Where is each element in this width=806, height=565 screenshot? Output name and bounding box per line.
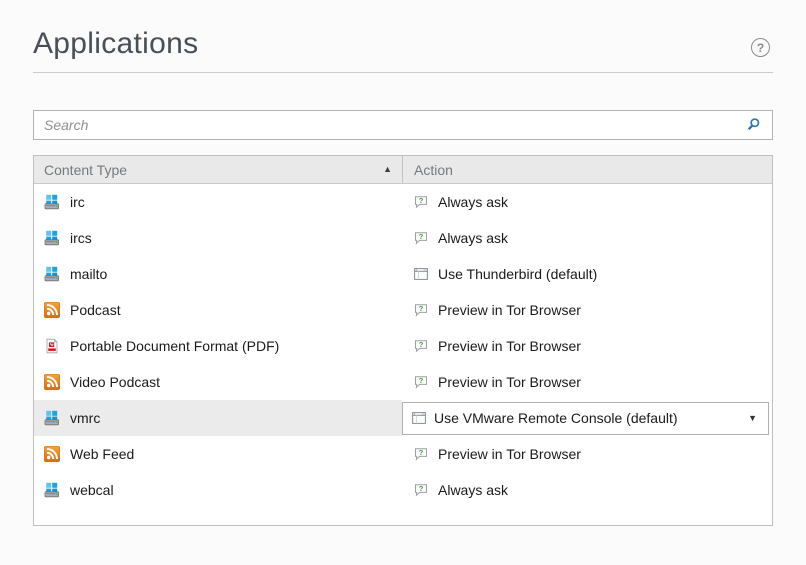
action-cell: ? Always ask bbox=[402, 220, 772, 256]
content-type-label: mailto bbox=[70, 266, 107, 282]
help-icon[interactable]: ? bbox=[751, 38, 770, 57]
svg-text:?: ? bbox=[419, 304, 424, 313]
ask-bubble-icon: ? bbox=[413, 194, 429, 210]
search-button[interactable] bbox=[736, 111, 772, 139]
app-window-icon bbox=[413, 266, 429, 282]
action-label: Always ask bbox=[438, 194, 508, 210]
help-glyph: ? bbox=[757, 41, 764, 55]
action-label: Use Thunderbird (default) bbox=[438, 266, 597, 282]
table-row[interactable]: vmrc Use VMware Remote Console (default)… bbox=[34, 400, 772, 436]
ask-bubble-icon: ? bbox=[413, 446, 429, 462]
column-header-content-type[interactable]: Content Type ▲ bbox=[34, 156, 402, 183]
table-row[interactable]: webcal ? Always ask bbox=[34, 472, 772, 508]
svg-text:?: ? bbox=[419, 448, 424, 457]
content-type-cell: webcal bbox=[34, 472, 402, 508]
content-type-label: vmrc bbox=[70, 410, 100, 426]
action-cell: Use Thunderbird (default) bbox=[402, 256, 772, 292]
ask-bubble-icon: ? bbox=[413, 374, 429, 390]
app-window-icon bbox=[411, 410, 427, 426]
application-icon bbox=[44, 230, 60, 246]
rss-icon bbox=[44, 446, 60, 462]
action-cell: ? Always ask bbox=[402, 472, 772, 508]
content-type-cell: Podcast bbox=[34, 292, 402, 328]
content-type-cell: Portable Document Format (PDF) bbox=[34, 328, 402, 364]
table-row[interactable]: mailto Use Thunderbird (default) bbox=[34, 256, 772, 292]
action-value: ? Preview in Tor Browser bbox=[413, 338, 581, 354]
table-row[interactable]: irc ? Always ask bbox=[34, 184, 772, 220]
content-type-cell: irc bbox=[34, 184, 402, 220]
action-label: Always ask bbox=[438, 230, 508, 246]
svg-text:?: ? bbox=[419, 196, 424, 205]
svg-text:?: ? bbox=[419, 484, 424, 493]
rss-icon bbox=[44, 374, 60, 390]
svg-text:?: ? bbox=[419, 376, 424, 385]
applications-table: Content Type ▲ Action irc ? bbox=[33, 155, 773, 526]
action-label: Use VMware Remote Console (default) bbox=[434, 410, 678, 426]
ask-bubble-icon: ? bbox=[413, 482, 429, 498]
svg-text:?: ? bbox=[419, 340, 424, 349]
table-header: Content Type ▲ Action bbox=[34, 156, 772, 184]
sort-ascending-icon: ▲ bbox=[383, 165, 392, 174]
content-type-cell: mailto bbox=[34, 256, 402, 292]
column-header-label: Action bbox=[414, 162, 453, 178]
action-label: Preview in Tor Browser bbox=[438, 302, 581, 318]
action-value: ? Preview in Tor Browser bbox=[413, 302, 581, 318]
ask-bubble-icon: ? bbox=[413, 338, 429, 354]
action-cell: ? Preview in Tor Browser bbox=[402, 328, 772, 364]
application-icon bbox=[44, 194, 60, 210]
action-label: Preview in Tor Browser bbox=[438, 374, 581, 390]
content-type-label: Video Podcast bbox=[70, 374, 160, 390]
ask-bubble-icon: ? bbox=[413, 230, 429, 246]
action-cell: ? Preview in Tor Browser bbox=[402, 292, 772, 328]
chevron-down-icon: ▼ bbox=[748, 414, 757, 423]
action-cell: Use VMware Remote Console (default) ▼ bbox=[402, 400, 772, 436]
pdf-icon bbox=[44, 338, 60, 354]
table-row[interactable]: Web Feed ? Preview in Tor Browser bbox=[34, 436, 772, 472]
content-type-label: webcal bbox=[70, 482, 114, 498]
rss-icon bbox=[44, 302, 60, 318]
action-label: Preview in Tor Browser bbox=[438, 338, 581, 354]
application-icon bbox=[44, 266, 60, 282]
table-row[interactable]: Portable Document Format (PDF) ? Preview… bbox=[34, 328, 772, 364]
page-title: Applications bbox=[33, 0, 773, 61]
action-label: Preview in Tor Browser bbox=[438, 446, 581, 462]
content-type-label: ircs bbox=[70, 230, 92, 246]
action-dropdown[interactable]: Use VMware Remote Console (default) ▼ bbox=[402, 402, 769, 435]
action-value: ? Always ask bbox=[413, 230, 508, 246]
action-cell: ? Preview in Tor Browser bbox=[402, 364, 772, 400]
ask-bubble-icon: ? bbox=[413, 302, 429, 318]
content-type-label: Podcast bbox=[70, 302, 121, 318]
content-type-cell: Web Feed bbox=[34, 436, 402, 472]
action-cell: ? Always ask bbox=[402, 184, 772, 220]
search-input[interactable] bbox=[34, 111, 736, 139]
column-header-label: Content Type bbox=[44, 162, 127, 178]
table-row[interactable]: Video Podcast ? Preview in Tor Browser bbox=[34, 364, 772, 400]
content-type-label: Web Feed bbox=[70, 446, 134, 462]
action-label: Always ask bbox=[438, 482, 508, 498]
application-icon bbox=[44, 482, 60, 498]
content-type-label: irc bbox=[70, 194, 85, 210]
action-value: Use Thunderbird (default) bbox=[413, 266, 597, 282]
content-type-cell: vmrc bbox=[34, 400, 402, 436]
action-cell: ? Preview in Tor Browser bbox=[402, 436, 772, 472]
action-value: ? Preview in Tor Browser bbox=[413, 374, 581, 390]
table-row[interactable]: Podcast ? Preview in Tor Browser bbox=[34, 292, 772, 328]
svg-text:?: ? bbox=[419, 232, 424, 241]
table-body: irc ? Always ask ircs bbox=[34, 184, 772, 525]
action-value: ? Preview in Tor Browser bbox=[413, 446, 581, 462]
content-type-cell: Video Podcast bbox=[34, 364, 402, 400]
application-icon bbox=[44, 410, 60, 426]
title-divider bbox=[33, 72, 773, 73]
search-bar bbox=[33, 110, 773, 140]
content-type-cell: ircs bbox=[34, 220, 402, 256]
table-row[interactable]: ircs ? Always ask bbox=[34, 220, 772, 256]
content-type-label: Portable Document Format (PDF) bbox=[70, 338, 279, 354]
column-header-action[interactable]: Action bbox=[402, 156, 772, 183]
action-value: ? Always ask bbox=[413, 194, 508, 210]
search-icon bbox=[746, 117, 762, 133]
action-value: ? Always ask bbox=[413, 482, 508, 498]
preferences-pane: Applications ? Content Type ▲ Action bbox=[0, 0, 806, 526]
